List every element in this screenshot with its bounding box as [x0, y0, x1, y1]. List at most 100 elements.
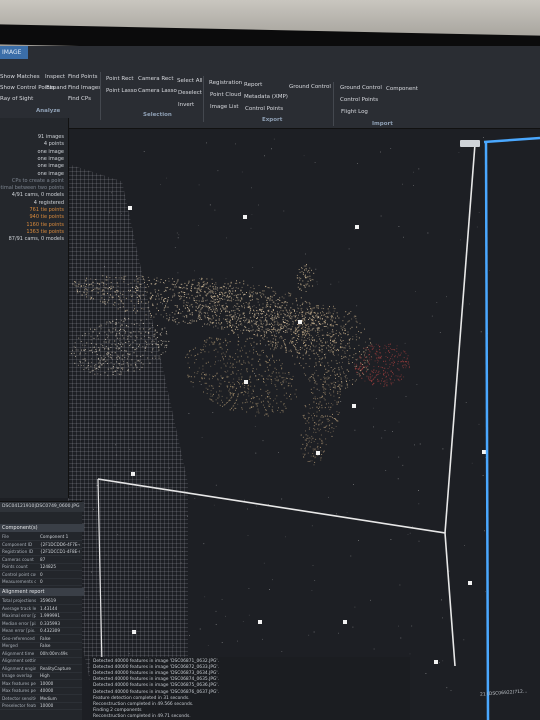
alignment-report-header[interactable]: Alignment report [0, 588, 84, 596]
stat-line: one image [37, 163, 64, 170]
component-button[interactable]: Component [386, 86, 418, 92]
property-row[interactable]: Preselector features 10000 [0, 702, 82, 710]
ground-control-export-button[interactable]: Ground Control [289, 84, 331, 90]
log-line: Reconstruction completed in 49.566 secon… [93, 701, 194, 707]
info-panel: 91 images 4 points one image one image one i… [0, 118, 69, 498]
property-key: Preselector features [2, 703, 36, 708]
ray-of-sight-button[interactable]: Ray of Sight [0, 96, 33, 102]
viewport-badge[interactable] [460, 140, 480, 147]
console-log: Detected 40000 features in image 'DSC068… [90, 657, 410, 720]
tab-bar: IMAGE [0, 46, 540, 60]
property-value: 0 [40, 579, 43, 584]
control-points-import-button[interactable]: Control Points [340, 97, 378, 103]
property-value: 1.43144 [40, 605, 58, 611]
divider [333, 82, 334, 126]
property-key: Mean error [pix...] [2, 628, 36, 633]
property-key: Max features per... [2, 680, 36, 686]
log-line: Detected 40000 features in image 'DSC068… [93, 671, 220, 677]
log-line: Detected 40000 features in image 'DSC068… [93, 683, 220, 689]
camera-marker [244, 380, 248, 384]
divider [203, 76, 204, 122]
property-value: 1.999991 [40, 613, 60, 618]
property-row[interactable]: Measurements count 0 [0, 578, 82, 586]
stat-line: 91 images [37, 134, 64, 140]
property-key: Measurements count [2, 579, 36, 584]
property-value: {2F1DCCD1-4F8E-40... [40, 549, 80, 554]
log-line: Detected 40000 features in image 'DSC068… [93, 689, 220, 695]
control-points-export-button[interactable]: Control Points [245, 106, 283, 112]
ground-control-import-button[interactable]: Ground Control [340, 85, 382, 91]
property-value: {2F1DCDD6-4F7E-4E... [40, 541, 80, 547]
camera-marker [128, 206, 132, 210]
components-section-header[interactable]: Component(s) [0, 524, 84, 532]
log-line: Finding 2 components [93, 707, 142, 713]
point-cloud-export-button[interactable]: Point Cloud [210, 92, 241, 98]
camera-marker [298, 320, 302, 324]
property-value: False [40, 635, 51, 641]
camera-marker [482, 450, 486, 454]
log-line: Detected 40000 features in image 'DSC068… [93, 665, 220, 671]
camera-lasso-button[interactable]: Camera Lasso [138, 88, 177, 94]
property-value: 0.432309 [40, 628, 60, 633]
property-value: 87 [40, 556, 46, 562]
camera-rect-button[interactable]: Camera Rect [138, 76, 173, 82]
analyze-group-title: Analyze [36, 108, 61, 114]
expand-button[interactable]: Expand [46, 85, 67, 91]
log-line: Feature detection completed in 31 second… [93, 695, 190, 701]
property-key: Control point count [2, 571, 36, 577]
property-value: High [40, 673, 50, 678]
point-lasso-button[interactable]: Point Lasso [106, 88, 137, 94]
flight-log-button[interactable]: Flight Log [341, 109, 368, 115]
property-key: Registration ID [2, 549, 34, 554]
property-value: 0.335993 [40, 620, 60, 626]
camera-marker [434, 660, 438, 664]
property-value: False [40, 643, 51, 648]
property-key: Cameras count [2, 556, 34, 562]
stat-line: 940 tie points [29, 214, 64, 221]
metadata-xmp-button[interactable]: Metadata (XMP) [244, 94, 288, 100]
property-key: Image overlap [2, 673, 33, 678]
property-key: Total projections [2, 598, 36, 603]
divider [100, 72, 101, 120]
log-line: Detected 40000 features in image 'DSC068… [93, 659, 220, 664]
property-value: 40000 [40, 688, 54, 693]
property-value: 10000 [40, 680, 54, 686]
property-value: 00h:00m:49s [40, 650, 68, 656]
camera-marker [258, 620, 262, 624]
stat-line: CPs to create a point [11, 177, 64, 184]
stat-line: 4 points [43, 141, 64, 148]
property-key: Max features per i... [2, 688, 36, 693]
registration-button[interactable]: Registration [209, 80, 242, 86]
inspect-button[interactable]: Inspect [45, 74, 65, 80]
camera-marker [468, 581, 472, 585]
show-matches-button[interactable]: Show Matches [0, 74, 40, 80]
property-key: Geo-referenced [2, 635, 35, 641]
log-line: Reconstruction completed in 49.71 second… [93, 713, 191, 719]
invert-button[interactable]: Invert [178, 102, 194, 108]
property-key: Merged [2, 643, 18, 648]
deselect-button[interactable]: Deselect [178, 90, 202, 96]
stat-line: optimal between two points [0, 185, 64, 192]
tab-image[interactable]: IMAGE [0, 46, 28, 59]
report-button[interactable]: Report [244, 82, 262, 88]
property-key: Points count [2, 564, 28, 569]
property-key: Alignment engine [2, 665, 36, 671]
property-key: Maximal error [pix...] [2, 613, 36, 618]
stat-line: one image [37, 155, 64, 162]
camera-frustum [483, 136, 540, 144]
find-points-button[interactable]: Find Points [68, 74, 98, 80]
ribbon-toolbar: Show Matches Show Control Points Ray of … [0, 60, 540, 129]
camera-marker [243, 215, 247, 219]
point-rect-button[interactable]: Point Rect [106, 76, 134, 82]
app-window: IMAGE Show Matches Show Control Points R… [0, 46, 540, 720]
property-value: 359619 [40, 598, 56, 603]
select-all-button[interactable]: Select All [177, 78, 203, 84]
property-key: Component ID [2, 541, 33, 547]
image-list-button[interactable]: Image List [210, 104, 239, 110]
property-key: Detector sensitivity [2, 695, 36, 701]
find-images-button[interactable]: Find Images [68, 85, 101, 91]
find-cps-button[interactable]: Find CPs [68, 96, 91, 102]
property-key: Alignment time [2, 650, 35, 656]
camera-marker [343, 620, 347, 624]
camera-marker [316, 451, 320, 455]
